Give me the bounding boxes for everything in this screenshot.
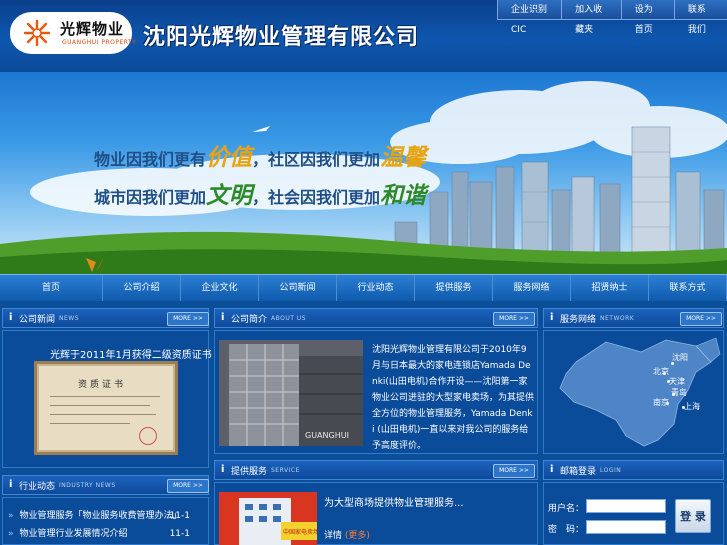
company-intro-text: 沈阳光辉物业管理有限公司于2010年9月与日本最大的家电连锁店Yamada De…: [372, 345, 535, 451]
sun-logo-icon: [23, 19, 51, 47]
city-label-tianjin: 天津: [669, 377, 685, 386]
info-i-icon: i: [550, 312, 554, 323]
services-panel-header: i 提供服务 SERVICE MORE >>: [214, 460, 538, 480]
network-more-button[interactable]: MORE >>: [680, 312, 722, 326]
login-panel-subtitle: LOGIN: [600, 467, 622, 474]
list-item[interactable]: » 物业管理行业发展情况介绍 11-1: [8, 527, 204, 541]
plane-icon: [252, 126, 270, 132]
info-i-icon: i: [221, 464, 225, 475]
login-button[interactable]: 登 录: [675, 499, 711, 533]
nav-culture[interactable]: 企业文化: [181, 275, 259, 301]
bullet-icon: »: [8, 511, 14, 521]
nav-home[interactable]: 首页: [0, 275, 103, 301]
list-item[interactable]: » 物业管理服务「物业服务收费管理办法」 11-1: [8, 509, 204, 523]
city-label-shenyang: 沈阳: [672, 353, 688, 362]
logo-name-en: GUANGHUI PROPERTY: [62, 39, 137, 46]
password-field[interactable]: [586, 520, 666, 534]
nav-contact[interactable]: 联系方式: [649, 275, 727, 301]
china-map-image[interactable]: [546, 332, 722, 454]
building-photo[interactable]: GUANGHUI: [219, 340, 363, 446]
city-label-shanghai: 上海: [684, 402, 700, 411]
site-header: 光辉物业 GUANGHUI PROPERTY 沈阳光辉物业管理有限公司 企业识别…: [0, 0, 727, 72]
list-item-title: 物业管理行业发展情况介绍: [19, 529, 128, 539]
certificate-line: [50, 423, 130, 424]
city-skyline-image: [0, 81, 727, 274]
about-panel-subtitle: ABOUT US: [271, 315, 307, 322]
network-panel-title: 服务网络: [560, 315, 597, 325]
nav-industry[interactable]: 行业动态: [337, 275, 415, 301]
news-panel-subtitle: NEWS: [59, 315, 80, 322]
logo-name-cn: 光辉物业: [60, 20, 125, 38]
services-more-button[interactable]: MORE >>: [493, 464, 535, 478]
list-item-title: 物业管理服务「物业服务收费管理办法」: [19, 511, 182, 521]
service-detail: 详情 (更多): [324, 528, 370, 541]
login-panel-header: i 邮箱登录 LOGIN: [543, 460, 724, 480]
service-more-link[interactable]: (更多): [345, 531, 370, 541]
service-photo[interactable]: 中国家电卖场 光辉物业: [219, 492, 317, 545]
news-panel-title: 公司新闻: [19, 315, 56, 325]
info-i-icon: i: [550, 464, 554, 475]
bullet-icon: »: [8, 529, 14, 539]
service-headline-link[interactable]: 为大型商场提供物业管理服务...: [324, 494, 464, 509]
certificate-seal: [139, 427, 157, 445]
certificate-line: [50, 405, 150, 406]
industry-panel-header: i 行业动态 INDUSTRY NEWS MORE >>: [2, 475, 209, 495]
city-label-nanjing: 南京: [653, 398, 669, 407]
top-links: 企业识别CIC 加入收藏夹 设为首页 联系我们: [497, 0, 727, 35]
services-panel-title: 提供服务: [231, 467, 268, 477]
store-image: 中国家电卖场 光辉物业: [219, 492, 317, 545]
nav-careers[interactable]: 招贤纳士: [571, 275, 649, 301]
banner-slogan-2: 城市因我们更加文明，社会因我们更加和谐: [94, 182, 427, 209]
nav-news[interactable]: 公司新闻: [259, 275, 337, 301]
services-panel-subtitle: SERVICE: [271, 467, 300, 474]
about-more-button[interactable]: MORE >>: [493, 312, 535, 326]
hero-banner: 物业因我们更有价值，社区因我们更加温馨 城市因我们更加文明，社会因我们更加和谐: [0, 72, 727, 274]
list-item-date: 11-1: [169, 511, 190, 521]
info-i-icon: i: [221, 312, 225, 323]
username-label: 用户名：: [548, 504, 585, 514]
login-panel-title: 邮箱登录: [560, 467, 597, 477]
network-panel-subtitle: NETWORK: [600, 315, 635, 322]
company-title: 沈阳光辉物业管理有限公司: [143, 25, 420, 50]
top-link-favorite[interactable]: 加入收藏夹: [561, 0, 621, 35]
banner-slogan-1: 物业因我们更有价值，社区因我们更加温馨: [94, 144, 427, 171]
building-sign: GUANGHUI: [305, 431, 349, 440]
top-link-cic[interactable]: 企业识别CIC: [497, 0, 562, 35]
about-panel-header: i 公司简介 ABOUT US MORE >>: [214, 308, 538, 328]
news-panel-header: i 公司新闻 NEWS MORE >>: [2, 308, 209, 328]
service-detail-label: 详情: [324, 531, 343, 541]
certificate-line: [50, 414, 156, 415]
info-i-icon: i: [9, 479, 13, 490]
building-image: GUANGHUI: [219, 340, 363, 446]
city-label-beijing: 北京: [653, 367, 669, 376]
nav-about[interactable]: 公司介绍: [103, 275, 181, 301]
nav-services[interactable]: 提供服务: [415, 275, 493, 301]
certificate-line: [50, 396, 160, 397]
industry-panel-title: 行业动态: [19, 482, 56, 492]
city-label-qingdao: 青岛: [671, 388, 687, 397]
top-link-homepage[interactable]: 设为首页: [620, 0, 674, 35]
main-nav: 首页 公司介绍 企业文化 公司新闻 行业动态 提供服务 服务网络 招贤纳士 联系…: [0, 274, 727, 301]
nav-network[interactable]: 服务网络: [493, 275, 571, 301]
info-i-icon: i: [9, 312, 13, 323]
industry-more-button[interactable]: MORE >>: [167, 479, 209, 493]
about-panel-title: 公司简介: [231, 315, 268, 325]
network-panel-header: i 服务网络 NETWORK MORE >>: [543, 308, 724, 328]
username-field[interactable]: [586, 499, 666, 513]
password-label: 密 码：: [548, 525, 585, 535]
list-item-date: 11-1: [169, 529, 190, 539]
store-badge-text: 中国家电卖场 光辉物业: [283, 528, 317, 536]
industry-panel-subtitle: INDUSTRY NEWS: [59, 482, 116, 489]
top-link-contact[interactable]: 联系我们: [673, 0, 727, 35]
news-headline-link[interactable]: 光辉于2011年1月获得二级资质证书: [50, 346, 212, 361]
certificate-title: 资质证书: [78, 380, 127, 390]
news-more-button[interactable]: MORE >>: [167, 312, 209, 326]
